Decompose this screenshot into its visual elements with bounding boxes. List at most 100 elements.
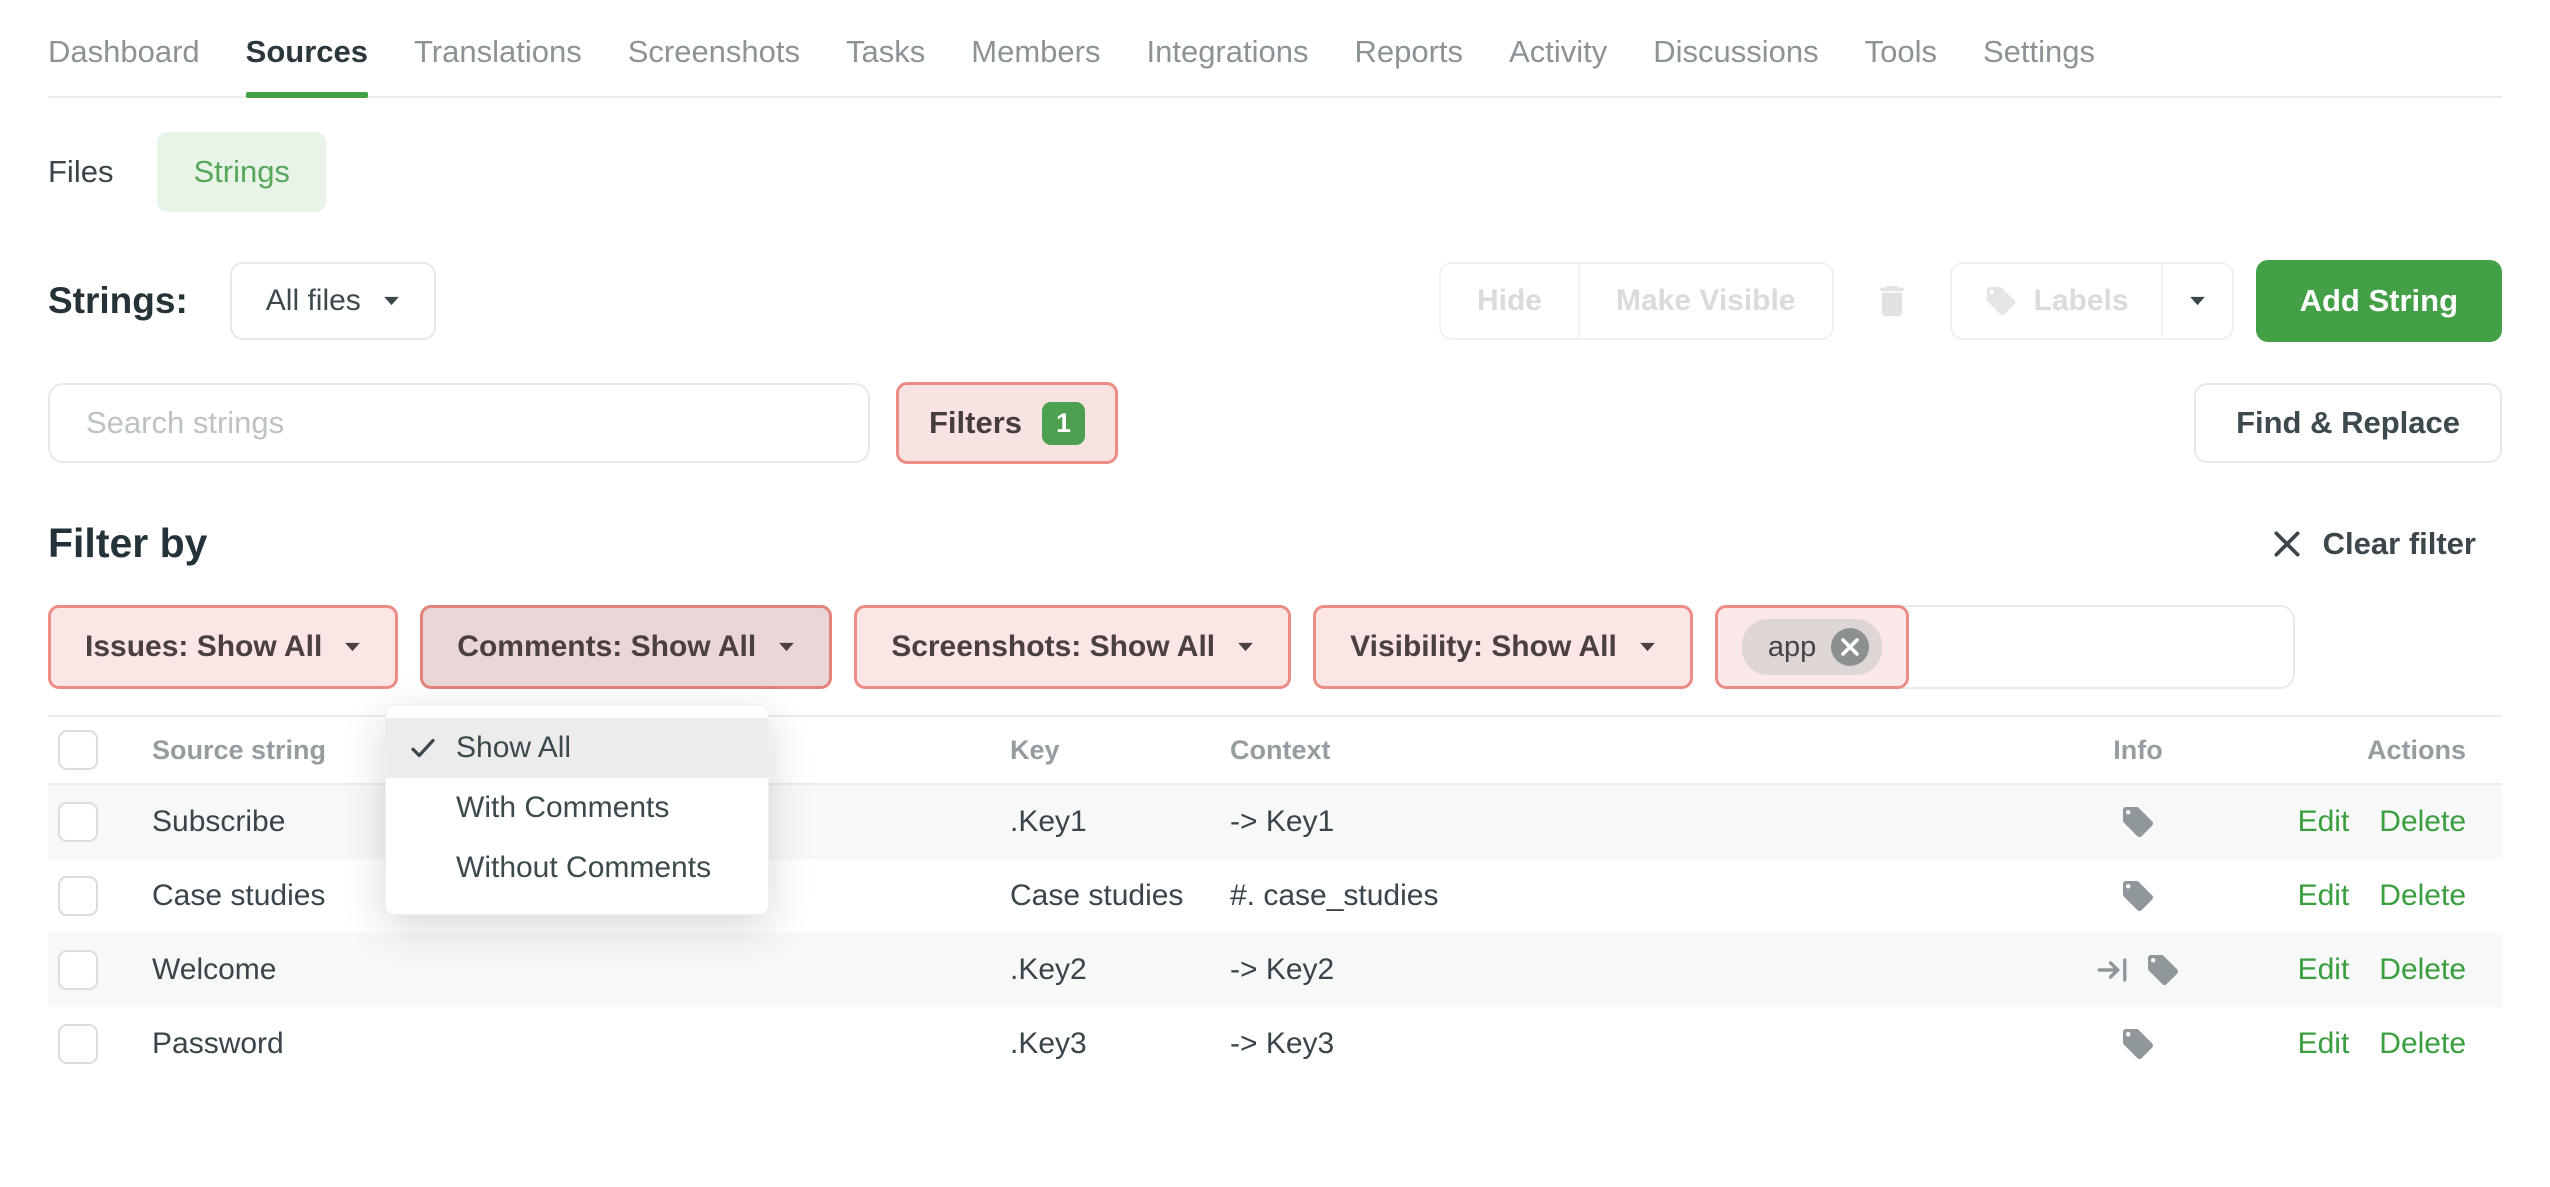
screenshots-filter-dropdown[interactable]: Screenshots: Show All: [854, 605, 1291, 689]
key-cell: Case studies: [1010, 879, 1230, 913]
source-string-cell: Password: [152, 1027, 1010, 1061]
column-header-key: Key: [1010, 735, 1230, 766]
labels-button[interactable]: Labels: [1952, 264, 2161, 338]
labels-caret-button[interactable]: [2161, 264, 2232, 338]
tag-icon: [2120, 1026, 2156, 1062]
row-checkbox[interactable]: [58, 876, 98, 916]
nav-tab-integrations[interactable]: Integrations: [1146, 34, 1308, 96]
row-checkbox[interactable]: [58, 950, 98, 990]
nav-tab-translations[interactable]: Translations: [414, 34, 582, 96]
tab-files[interactable]: Files: [48, 154, 113, 190]
chevron-down-icon: [2189, 296, 2206, 307]
edit-link[interactable]: Edit: [2298, 953, 2350, 987]
label-chip-app: app: [1742, 619, 1882, 675]
comments-filter-label: Comments: Show All: [457, 630, 756, 664]
labels-split-button: Labels: [1950, 262, 2234, 340]
labels-filter-active-segment: app: [1715, 605, 1909, 689]
clear-filter-label: Clear filter: [2323, 526, 2476, 562]
nav-tab-activity[interactable]: Activity: [1509, 34, 1607, 96]
trash-icon: [1872, 281, 1912, 321]
issues-filter-dropdown[interactable]: Issues: Show All: [48, 605, 398, 689]
visibility-button-group: Hide Make Visible: [1439, 262, 1834, 340]
delete-link[interactable]: Delete: [2379, 1027, 2466, 1061]
filter-panel-title: Filter by: [48, 520, 207, 567]
comments-dropdown-menu: Show All With Comments Without Comments: [385, 705, 769, 915]
delete-link[interactable]: Delete: [2379, 879, 2466, 913]
menu-item-label: With Comments: [456, 791, 669, 825]
nav-tab-reports[interactable]: Reports: [1354, 34, 1463, 96]
context-cell: -> Key3: [1230, 1027, 2038, 1061]
select-all-checkbox[interactable]: [58, 730, 98, 770]
source-string-cell: Welcome: [152, 953, 1010, 987]
search-input[interactable]: [48, 383, 870, 463]
edit-link[interactable]: Edit: [2298, 1027, 2350, 1061]
chevron-down-icon: [1237, 642, 1254, 653]
top-navigation: Dashboard Sources Translations Screensho…: [48, 0, 2502, 98]
key-cell: .Key1: [1010, 805, 1230, 839]
clear-filter-button[interactable]: Clear filter: [2271, 526, 2476, 562]
nav-tab-members[interactable]: Members: [971, 34, 1100, 96]
tag-icon: [1984, 284, 2018, 318]
actions-cell: Edit Delete: [2238, 1027, 2502, 1061]
strings-title: Strings:: [48, 280, 188, 322]
column-header-context: Context: [1230, 735, 2038, 766]
nav-tab-discussions[interactable]: Discussions: [1653, 34, 1818, 96]
delete-strings-button[interactable]: [1872, 281, 1912, 321]
filters-count-badge: 1: [1042, 402, 1085, 445]
menu-item-label: Show All: [456, 731, 571, 765]
nav-tab-tools[interactable]: Tools: [1865, 34, 1937, 96]
context-cell: #. case_studies: [1230, 879, 2038, 913]
filters-button[interactable]: Filters 1: [896, 382, 1118, 464]
search-row: Filters 1 Find & Replace: [48, 382, 2502, 464]
table-row: Welcome .Key2 -> Key2 Edit Delete: [48, 933, 2502, 1007]
edit-link[interactable]: Edit: [2298, 879, 2350, 913]
make-visible-button[interactable]: Make Visible: [1578, 264, 1832, 338]
context-cell: -> Key1: [1230, 805, 2038, 839]
edit-link[interactable]: Edit: [2298, 805, 2350, 839]
file-filter-dropdown[interactable]: All files: [230, 262, 436, 340]
strings-toolbar: Strings: All files Hide Make Visible Lab…: [48, 260, 2502, 342]
nav-tab-screenshots[interactable]: Screenshots: [628, 34, 800, 96]
filters-button-label: Filters: [929, 405, 1022, 441]
menu-item-without-comments[interactable]: Without Comments: [386, 838, 768, 898]
column-header-info: Info: [2038, 735, 2238, 766]
key-cell: .Key3: [1010, 1027, 1230, 1061]
chevron-down-icon: [383, 296, 400, 307]
info-cell: [2038, 952, 2238, 988]
row-checkbox[interactable]: [58, 1024, 98, 1064]
key-cell: .Key2: [1010, 953, 1230, 987]
menu-item-show-all[interactable]: Show All: [386, 718, 768, 778]
filter-chips-row: Issues: Show All Comments: Show All Scre…: [48, 605, 2502, 689]
info-cell: [2038, 1026, 2238, 1062]
screenshots-filter-label: Screenshots: Show All: [891, 630, 1215, 664]
info-cell: [2038, 804, 2238, 840]
actions-cell: Edit Delete: [2238, 805, 2502, 839]
hide-button[interactable]: Hide: [1441, 264, 1578, 338]
remove-label-button[interactable]: [1830, 627, 1870, 667]
comments-filter-dropdown[interactable]: Comments: Show All: [420, 605, 832, 689]
row-checkbox[interactable]: [58, 802, 98, 842]
nav-tab-settings[interactable]: Settings: [1983, 34, 2095, 96]
chevron-down-icon: [1639, 642, 1656, 653]
tag-icon: [2120, 878, 2156, 914]
menu-item-with-comments[interactable]: With Comments: [386, 778, 768, 838]
context-cell: -> Key2: [1230, 953, 2038, 987]
nav-tab-tasks[interactable]: Tasks: [846, 34, 925, 96]
delete-link[interactable]: Delete: [2379, 953, 2466, 987]
chevron-down-icon: [778, 642, 795, 653]
page: Dashboard Sources Translations Screensho…: [0, 0, 2550, 1081]
labels-button-label: Labels: [2034, 284, 2129, 318]
tab-strings[interactable]: Strings: [157, 132, 325, 212]
delete-link[interactable]: Delete: [2379, 805, 2466, 839]
actions-cell: Edit Delete: [2238, 953, 2502, 987]
menu-item-label: Without Comments: [456, 851, 711, 885]
label-chip-text: app: [1768, 631, 1816, 664]
labels-filter-input[interactable]: app: [1715, 605, 2295, 689]
find-replace-button[interactable]: Find & Replace: [2194, 383, 2502, 463]
table-row: Password .Key3 -> Key3 Edit Delete: [48, 1007, 2502, 1081]
add-string-button[interactable]: Add String: [2256, 260, 2502, 342]
tag-icon: [2145, 952, 2181, 988]
nav-tab-sources[interactable]: Sources: [246, 34, 368, 96]
nav-tab-dashboard[interactable]: Dashboard: [48, 34, 200, 96]
visibility-filter-dropdown[interactable]: Visibility: Show All: [1313, 605, 1693, 689]
